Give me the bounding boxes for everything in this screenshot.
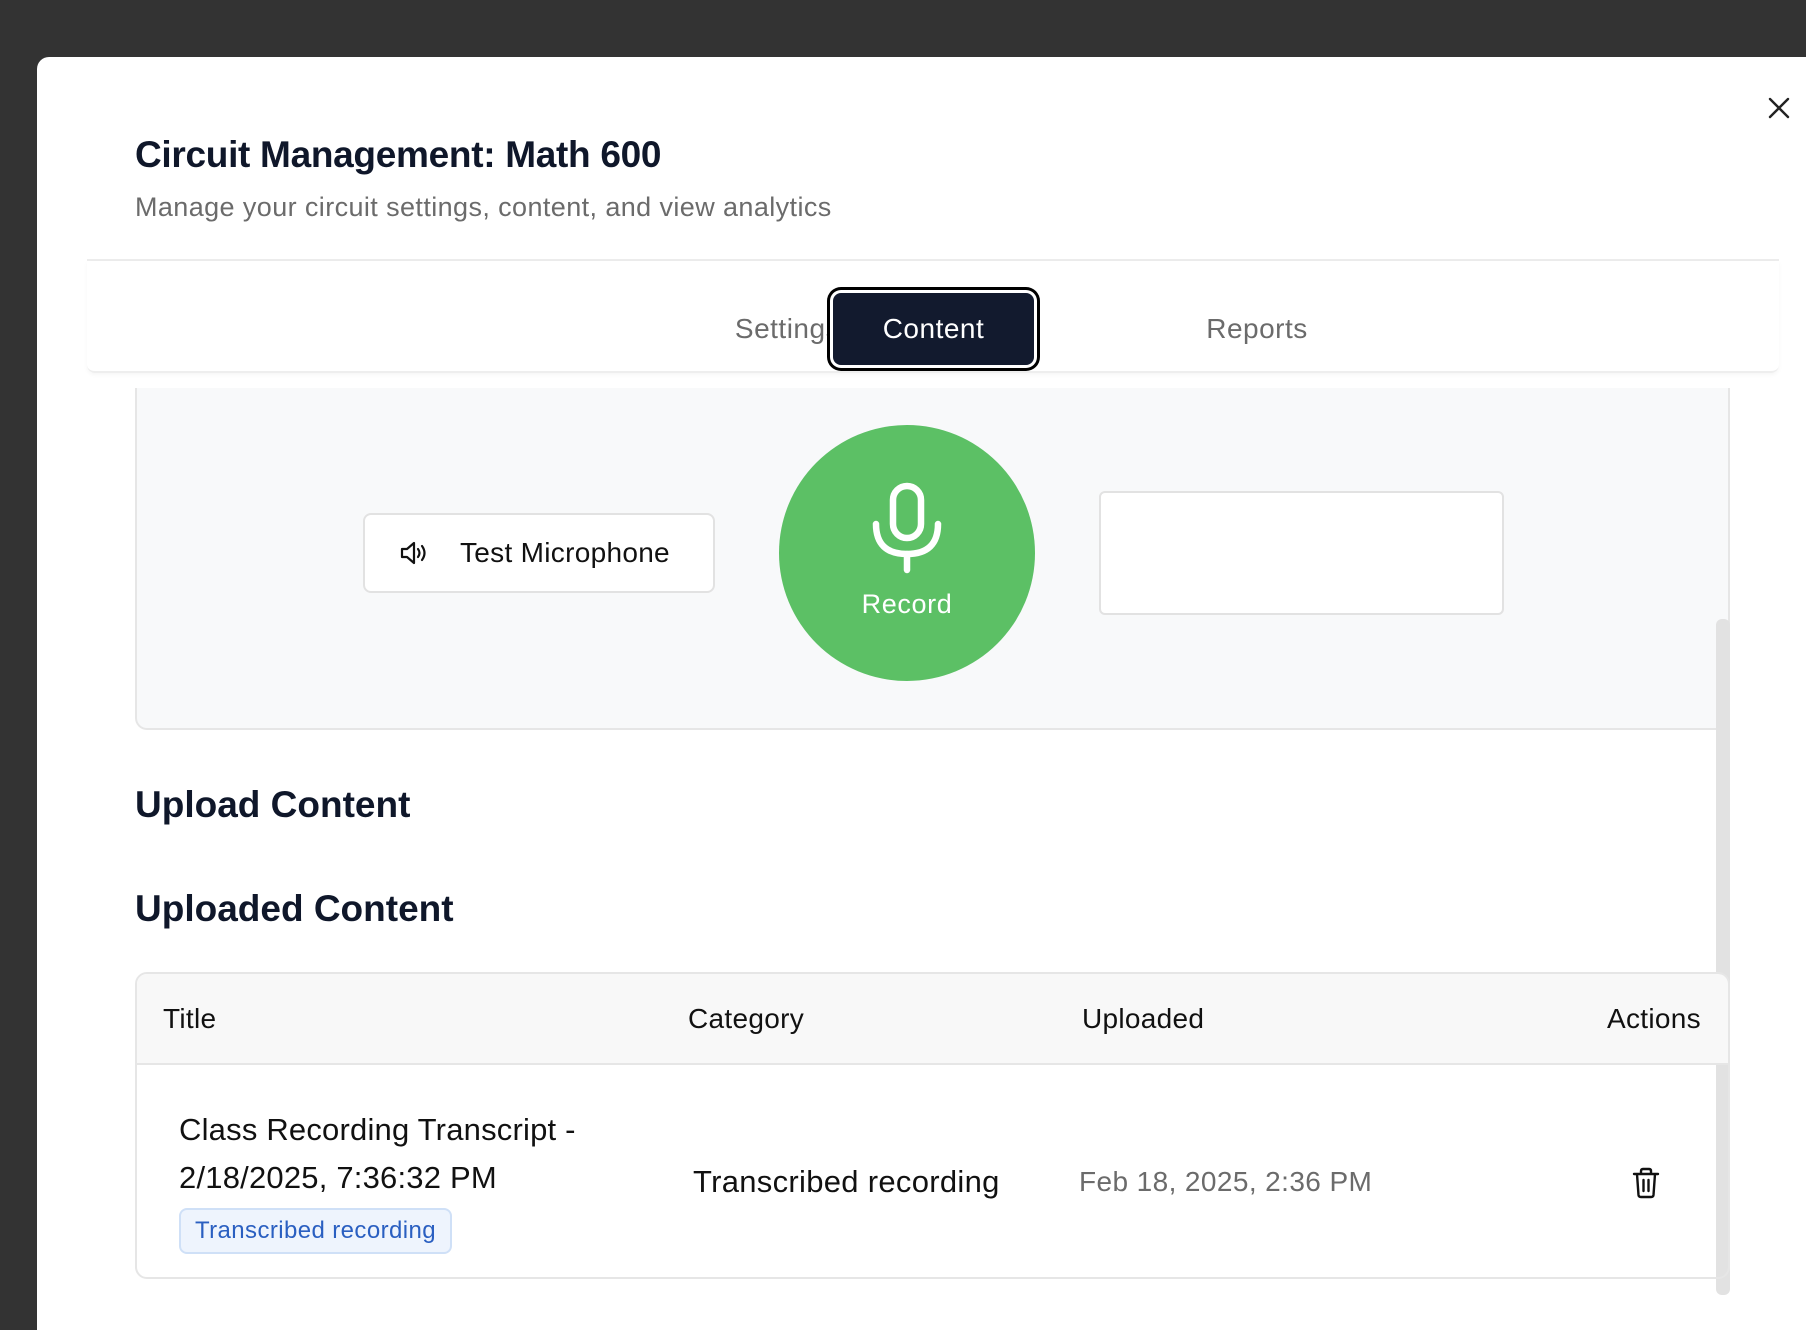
test-microphone-button[interactable]: Test Microphone: [363, 513, 715, 593]
uploaded-content-heading: Uploaded Content: [135, 888, 454, 929]
record-button[interactable]: Record: [779, 425, 1035, 681]
recording-status-box: [1099, 491, 1504, 615]
column-header-category: Category: [688, 1003, 805, 1034]
content-title: Class Recording Transcript - 2/18/2025, …: [179, 1112, 576, 1195]
content-uploaded-date: Feb 18, 2025, 2:36 PM: [1079, 1166, 1373, 1197]
table-header: Title Category Uploaded Actions: [137, 974, 1728, 1065]
dialog-subtitle: Manage your circuit settings, content, a…: [135, 192, 832, 222]
record-label: Record: [861, 589, 953, 619]
upload-content-heading: Upload Content: [135, 784, 411, 825]
close-button[interactable]: [1762, 91, 1796, 125]
uploaded-content-table: Title Category Uploaded Actions Class Re…: [135, 972, 1730, 1279]
close-icon: [1768, 97, 1790, 119]
speaker-icon: [398, 537, 430, 569]
column-header-actions: Actions: [1607, 1003, 1701, 1034]
tab-content[interactable]: Content: [833, 293, 1034, 365]
tab-bar: Settings Content Reports: [87, 261, 1779, 373]
dialog-title: Circuit Management: Math 600: [135, 134, 662, 175]
column-header-uploaded: Uploaded: [1082, 1003, 1205, 1034]
microphone-icon: [872, 482, 942, 574]
delete-button[interactable]: [1628, 1165, 1664, 1201]
content-category: Transcribed recording: [693, 1164, 1000, 1199]
test-microphone-label: Test Microphone: [460, 537, 670, 568]
trash-icon: [1632, 1167, 1660, 1199]
category-badge: Transcribed recording: [179, 1208, 452, 1254]
tab-reports[interactable]: Reports: [1087, 293, 1427, 365]
column-header-title: Title: [163, 1003, 217, 1034]
